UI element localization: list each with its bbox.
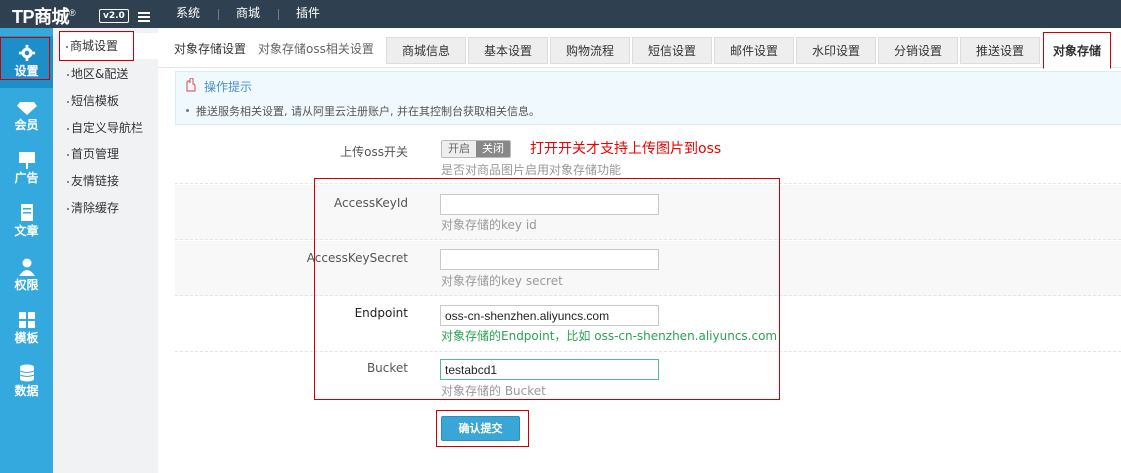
- sub-item-region-shipping[interactable]: 地区&配送: [61, 61, 128, 87]
- sub-item-label: 清除缓存: [71, 201, 120, 215]
- hand-pointer-icon: [186, 78, 196, 92]
- highlight-box-submit: [436, 410, 529, 447]
- sub-item-home-management[interactable]: 首页管理: [61, 141, 119, 167]
- rail-item-articles[interactable]: 文章: [0, 196, 53, 248]
- rail-item-ads[interactable]: 广告: [0, 143, 53, 195]
- sub-item-sms-templates[interactable]: 短信模板: [61, 88, 119, 114]
- page-title: 对象存储设置: [174, 42, 247, 56]
- brand-area: TP商城® v2.0: [0, 0, 158, 28]
- tab-object-storage[interactable]: 对象存储: [1043, 32, 1111, 69]
- tab-sms-settings[interactable]: 短信设置: [632, 37, 712, 64]
- document-icon: [20, 204, 33, 221]
- tab-mall-info[interactable]: 商城信息: [386, 37, 466, 64]
- logo[interactable]: TP商城®: [12, 3, 76, 29]
- rail-item-templates[interactable]: 模板: [0, 303, 53, 355]
- sub-item-custom-nav[interactable]: 自定义导航栏: [61, 115, 143, 141]
- top-nav-plugins[interactable]: 插件: [278, 0, 338, 28]
- tab-basic-settings[interactable]: 基本设置: [468, 37, 548, 64]
- sub-item-friend-links[interactable]: 友情链接: [61, 168, 119, 194]
- page-subtitle: 对象存储oss相关设置: [258, 42, 374, 56]
- oss-switch-hint: 是否对商品图片启用对象存储功能: [441, 163, 622, 177]
- logo-text: TP商城: [12, 7, 70, 27]
- rail-label: 模板: [14, 331, 39, 345]
- annotation-text: 打开开关才支持上传图片到oss: [530, 141, 722, 157]
- tab-email-settings[interactable]: 邮件设置: [714, 37, 794, 64]
- database-icon: [19, 364, 34, 382]
- sub-item-label: 短信模板: [71, 94, 120, 108]
- rail-item-members[interactable]: 会员: [0, 90, 53, 142]
- oss-toggle-switch[interactable]: 开启 关闭: [441, 140, 511, 158]
- tab-watermark-settings[interactable]: 水印设置: [796, 37, 876, 64]
- rail-label: 数据: [14, 384, 39, 398]
- tip-text: 推送服务相关设置, 请从阿里云注册账户, 并在其控制台获取相关信息。: [186, 105, 540, 118]
- rail-label: 会员: [14, 118, 39, 132]
- oss-switch-label: 上传oss开关: [340, 145, 408, 159]
- sub-item-clear-cache[interactable]: 清除缓存: [61, 195, 119, 221]
- rail-label: 广告: [14, 171, 39, 185]
- highlight-box-credentials: [314, 178, 780, 400]
- highlight-box-rail: [0, 37, 50, 80]
- version-badge: v2.0: [99, 9, 129, 23]
- menu-toggle-icon[interactable]: [138, 12, 150, 22]
- tab-shopping-flow[interactable]: 购物流程: [550, 37, 630, 64]
- highlight-box-submenu: [59, 31, 134, 61]
- rail-item-data[interactable]: 数据: [0, 356, 53, 408]
- billboard-icon: [18, 152, 35, 169]
- sub-item-label: 首页管理: [71, 147, 120, 161]
- sub-item-label: 自定义导航栏: [71, 121, 144, 135]
- switch-off[interactable]: 关闭: [476, 141, 510, 157]
- user-icon: [18, 258, 35, 276]
- sub-item-label: 友情链接: [71, 174, 120, 188]
- diamond-icon: [16, 102, 37, 115]
- rail-label: 权限: [14, 278, 39, 292]
- sub-item-label: 地区&配送: [71, 67, 129, 81]
- rail-label: 文章: [14, 224, 39, 238]
- tab-distribution-settings[interactable]: 分销设置: [878, 37, 958, 64]
- tip-title: 操作提示: [204, 80, 253, 94]
- tip-box: 操作提示 推送服务相关设置, 请从阿里云注册账户, 并在其控制台获取相关信息。: [175, 71, 1121, 125]
- switch-on[interactable]: 开启: [442, 141, 476, 157]
- registered-mark: ®: [69, 8, 76, 18]
- top-nav: 系统 商城 插件: [158, 0, 338, 28]
- grid-icon: [18, 312, 35, 328]
- rail-item-permissions[interactable]: 权限: [0, 250, 53, 302]
- tab-push-settings[interactable]: 推送设置: [960, 37, 1040, 64]
- top-nav-system[interactable]: 系统: [158, 0, 218, 28]
- icon-rail: 设置 会员 广告 文章 权限 模板 数据: [0, 28, 53, 473]
- page-header: 对象存储设置 对象存储oss相关设置 商城信息 基本设置 购物流程 短信设置 邮…: [158, 28, 1121, 69]
- top-nav-mall[interactable]: 商城: [218, 0, 278, 28]
- sub-menu: 商城设置 地区&配送 短信模板 自定义导航栏 首页管理 友情链接 清除缓存: [53, 28, 160, 473]
